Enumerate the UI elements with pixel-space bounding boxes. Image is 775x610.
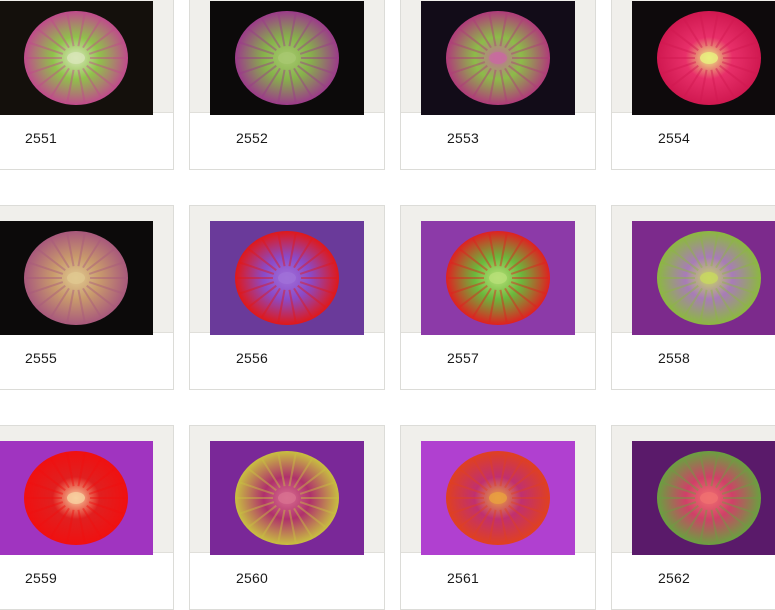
coral-photo <box>210 221 364 335</box>
coral-photo <box>632 441 775 555</box>
coral-photo <box>632 221 775 335</box>
gallery-card[interactable]: 2555 <box>0 205 174 390</box>
gallery-card[interactable]: 2551 <box>0 0 174 170</box>
thumbnail-frame <box>0 0 173 115</box>
thumbnail-frame <box>612 0 775 115</box>
coral-thumbnail-image[interactable] <box>210 441 364 555</box>
coral-id-label[interactable]: 2562 <box>658 570 690 586</box>
coral-photo <box>421 221 575 335</box>
thumbnail-frame <box>401 426 595 555</box>
thumbnail-frame <box>0 206 173 335</box>
coral-id-label[interactable]: 2557 <box>447 350 479 366</box>
gallery-card[interactable]: 2554 <box>611 0 775 170</box>
thumbnail-frame <box>190 0 384 115</box>
coral-thumbnail-image[interactable] <box>0 221 153 335</box>
coral-id-label[interactable]: 2553 <box>447 130 479 146</box>
gallery-card[interactable]: 2560 <box>189 425 385 610</box>
thumbnail-frame <box>612 206 775 335</box>
coral-thumbnail-image[interactable] <box>210 221 364 335</box>
coral-photo <box>421 1 575 115</box>
coral-thumbnail-image[interactable] <box>632 441 775 555</box>
gallery-card[interactable]: 2558 <box>611 205 775 390</box>
coral-photo <box>0 441 153 555</box>
coral-photo <box>210 441 364 555</box>
coral-thumbnail-image[interactable] <box>421 221 575 335</box>
coral-id-label[interactable]: 2560 <box>236 570 268 586</box>
coral-id-label[interactable]: 2555 <box>25 350 57 366</box>
coral-photo <box>210 1 364 115</box>
coral-photo <box>632 1 775 115</box>
coral-id-label[interactable]: 2559 <box>25 570 57 586</box>
coral-thumbnail-image[interactable] <box>421 1 575 115</box>
coral-thumbnail-image[interactable] <box>0 441 153 555</box>
gallery-card[interactable]: 2553 <box>400 0 596 170</box>
thumbnail-frame <box>190 426 384 555</box>
coral-thumbnail-image[interactable] <box>0 1 153 115</box>
coral-id-label[interactable]: 2558 <box>658 350 690 366</box>
coral-id-label[interactable]: 2556 <box>236 350 268 366</box>
thumbnail-frame <box>190 206 384 335</box>
thumbnail-frame <box>401 206 595 335</box>
coral-thumbnail-image[interactable] <box>210 1 364 115</box>
thumbnail-frame <box>401 0 595 115</box>
coral-photo <box>0 1 153 115</box>
coral-id-label[interactable]: 2551 <box>25 130 57 146</box>
gallery-card[interactable]: 2552 <box>189 0 385 170</box>
gallery-card[interactable]: 2559 <box>0 425 174 610</box>
coral-thumbnail-image[interactable] <box>632 221 775 335</box>
gallery-card[interactable]: 2562 <box>611 425 775 610</box>
coral-photo <box>421 441 575 555</box>
thumbnail-frame <box>0 426 173 555</box>
thumbnail-frame <box>612 426 775 555</box>
coral-id-label[interactable]: 2561 <box>447 570 479 586</box>
coral-thumbnail-image[interactable] <box>421 441 575 555</box>
gallery-card[interactable]: 2557 <box>400 205 596 390</box>
coral-photo <box>0 221 153 335</box>
coral-id-label[interactable]: 2554 <box>658 130 690 146</box>
coral-thumbnail-image[interactable] <box>632 1 775 115</box>
gallery-card[interactable]: 2561 <box>400 425 596 610</box>
gallery-card[interactable]: 2556 <box>189 205 385 390</box>
coral-id-label[interactable]: 2552 <box>236 130 268 146</box>
